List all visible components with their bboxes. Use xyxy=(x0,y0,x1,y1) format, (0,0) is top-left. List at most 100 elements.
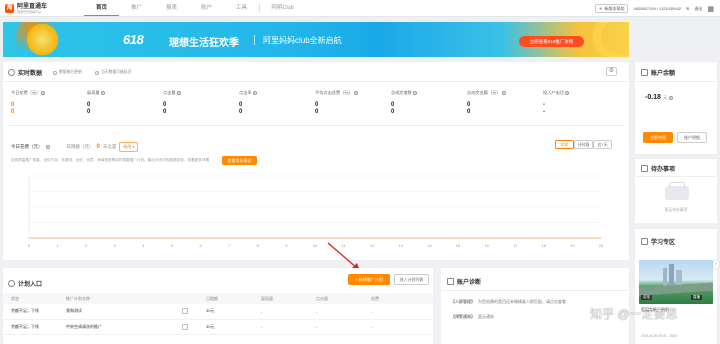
x-tick-label: 10 xyxy=(313,243,318,248)
live-badge: 直播 xyxy=(691,295,702,300)
x-tick-label: 4 xyxy=(142,243,145,248)
tab-7days[interactable]: 近7天 xyxy=(593,140,612,149)
metric-label: 总成交笔数? xyxy=(391,90,417,95)
plan-list-button[interactable]: 进入计划列表 xyxy=(394,274,429,285)
nav-reports[interactable]: 报表 xyxy=(154,0,189,16)
metric-value-today: 0 xyxy=(239,102,243,108)
metric-card: 今日花费（元）? 0 0 xyxy=(11,90,87,115)
todo-empty-text: 暂无待办事项 xyxy=(664,208,688,212)
balance-title: 账户余额 xyxy=(641,68,675,77)
diagnosis-title: 账户诊断 xyxy=(447,277,481,286)
help-icon: ? xyxy=(353,91,358,95)
logo-icon: 淘 xyxy=(5,4,14,13)
plan-name[interactable]: 中央空调清洗的推广 xyxy=(58,319,198,335)
help-icon: ? xyxy=(176,91,181,95)
divider xyxy=(8,125,624,126)
mail-icon[interactable]: ✉ xyxy=(686,6,689,11)
watermark: 知乎 @一定要思 xyxy=(590,307,678,321)
balance-panel: 账户余额 -0.18 元 ? 立即充值 账户明细 xyxy=(635,62,717,154)
list-icon xyxy=(8,280,15,287)
metric-value-compare: 0 xyxy=(11,109,15,115)
nav-club[interactable]: 阿明Club xyxy=(260,0,305,16)
plan-table: 状态 推广计划名称 日限额 展现量 点击量 花费 余额不足，下线 我和测试 30… xyxy=(3,293,433,335)
budget-note: 未设置 xyxy=(102,144,117,149)
course-thumbnail[interactable]: 讲堂 直播 xyxy=(639,260,713,304)
range-tabs: 实时 分时段 近7天 xyxy=(555,140,612,149)
metric-value-compare: 0 xyxy=(315,109,319,115)
banner-subtitle: 阿里妈妈club全新启航 xyxy=(263,36,342,45)
metric-label: 点击率? xyxy=(239,90,257,95)
promo-banner[interactable]: 618 理想生活狂欢季 阿里妈妈club全新启航 立即查看618推广攻略 xyxy=(3,22,629,57)
table-row[interactable]: 余额不足，下线 中央空调清洗的推广 30元 - - - xyxy=(3,319,433,335)
metric-value-today: 0 xyxy=(163,102,167,108)
ring-decoration xyxy=(593,22,629,57)
logout-link[interactable]: 退出 xyxy=(694,6,702,12)
logo[interactable]: 淘 阿里直通车 阿里巴巴营销平台 xyxy=(5,3,61,14)
top-bar: 淘 阿里直通车 阿里巴巴营销平台 首页 推广 报表 账户 工具 阿明Club ✈… xyxy=(0,0,720,17)
logo-title: 阿里直通车 xyxy=(17,3,48,10)
metric-label: 展现量? xyxy=(87,90,105,95)
metric-value-today: 0 xyxy=(11,102,15,108)
col-status: 状态 xyxy=(3,293,58,304)
plan-budget: 30元 xyxy=(198,304,253,320)
banner-title: 理想生活狂欢季 xyxy=(169,38,239,49)
help-icon: ? xyxy=(668,96,673,100)
x-tick-label: 12 xyxy=(370,243,375,248)
nav-tools[interactable]: 工具 xyxy=(224,0,259,16)
x-tick-label: 1 xyxy=(56,243,59,248)
flower-decoration xyxy=(15,22,70,57)
budget-value: 0 xyxy=(96,144,100,150)
metric-value-compare: - xyxy=(543,109,545,115)
book-icon xyxy=(641,238,648,245)
tab-hourly[interactable]: 分时段 xyxy=(574,140,593,149)
x-tick-label: 0 xyxy=(28,243,31,248)
plan-shows: - xyxy=(253,319,308,335)
nav-promotion[interactable]: 推广 xyxy=(119,0,154,16)
account-ids: 4630857109 / 1121035942 xyxy=(633,6,682,11)
col-name: 推广计划名称 xyxy=(58,293,198,304)
banner-cta-button[interactable]: 立即查看618推广攻略 xyxy=(519,36,584,47)
x-tick-label: 18 xyxy=(542,243,547,248)
info-icon xyxy=(53,70,57,75)
metric-label: 今日花费（元）? xyxy=(11,90,46,95)
account-detail-button[interactable]: 账户明细 xyxy=(677,132,707,143)
spend-label: 今日花费（元） xyxy=(11,144,43,149)
realtime-hint-2: 当天数据可能延迟 xyxy=(95,70,131,75)
logo-subtitle: 阿里巴巴营销平台 xyxy=(17,9,42,14)
empty-inbox-icon xyxy=(665,182,689,200)
x-tick-label: 3 xyxy=(114,243,117,248)
metric-value-compare: 0 xyxy=(163,109,167,115)
table-row[interactable]: 余额不足，下线 我和测试 30元 - - - xyxy=(3,304,433,320)
tab-realtime[interactable]: 实时 xyxy=(555,140,574,149)
toggle-icon[interactable] xyxy=(182,308,188,315)
help-button[interactable]: ✈ 新版本帮助 xyxy=(595,4,629,13)
balance-amount-row: -0.18 元 ? xyxy=(645,94,673,101)
settings-gear-icon[interactable]: ⚙ xyxy=(606,67,617,76)
apps-grid-icon[interactable]: ▦ xyxy=(707,5,714,13)
x-tick-label: 7 xyxy=(228,243,231,248)
plan-clicks: - xyxy=(308,319,363,335)
tag-badge: 讲堂 xyxy=(641,295,652,300)
carousel-next-icon[interactable]: › xyxy=(713,260,719,269)
budget-label: 日限额（元） xyxy=(66,144,94,149)
toggle-icon[interactable] xyxy=(182,323,188,330)
new-plan-button[interactable]: + 新建推广计划 xyxy=(348,274,390,285)
metric-card: 总成交金额（元）? 0 0 xyxy=(467,90,543,115)
nav-account[interactable]: 账户 xyxy=(189,0,224,16)
plan-name[interactable]: 我和测试 xyxy=(58,304,198,320)
col-shows: 展现量 xyxy=(253,293,308,304)
recharge-button[interactable]: 立即充值 xyxy=(643,132,673,143)
edit-budget-button[interactable]: 修改 ▾ xyxy=(119,142,139,152)
divider xyxy=(635,81,717,82)
realtime-title: 实时数据 xyxy=(8,68,42,77)
doc-icon xyxy=(447,278,454,285)
optimize-button[interactable]: 查看优化建议 xyxy=(222,156,257,165)
balance-unit: 元 xyxy=(662,95,667,100)
metrics-row: 今日花费（元）? 0 0 展现量? 0 0 点击量? 0 0 点击率? 0 0 平均点击花费（元）? 0 0… xyxy=(11,90,621,120)
metric-card: 投入产出比? - - xyxy=(543,90,619,115)
learn-title: 学习专区 xyxy=(641,237,675,246)
x-tick-label: 9 xyxy=(285,243,288,248)
nav-home[interactable]: 首页 xyxy=(84,0,119,16)
help-icon: ? xyxy=(100,91,105,95)
learn-panel: 学习专区 讲堂 直播 › 直通车推广教程 2019-06-06 09:00 - … xyxy=(635,229,719,344)
